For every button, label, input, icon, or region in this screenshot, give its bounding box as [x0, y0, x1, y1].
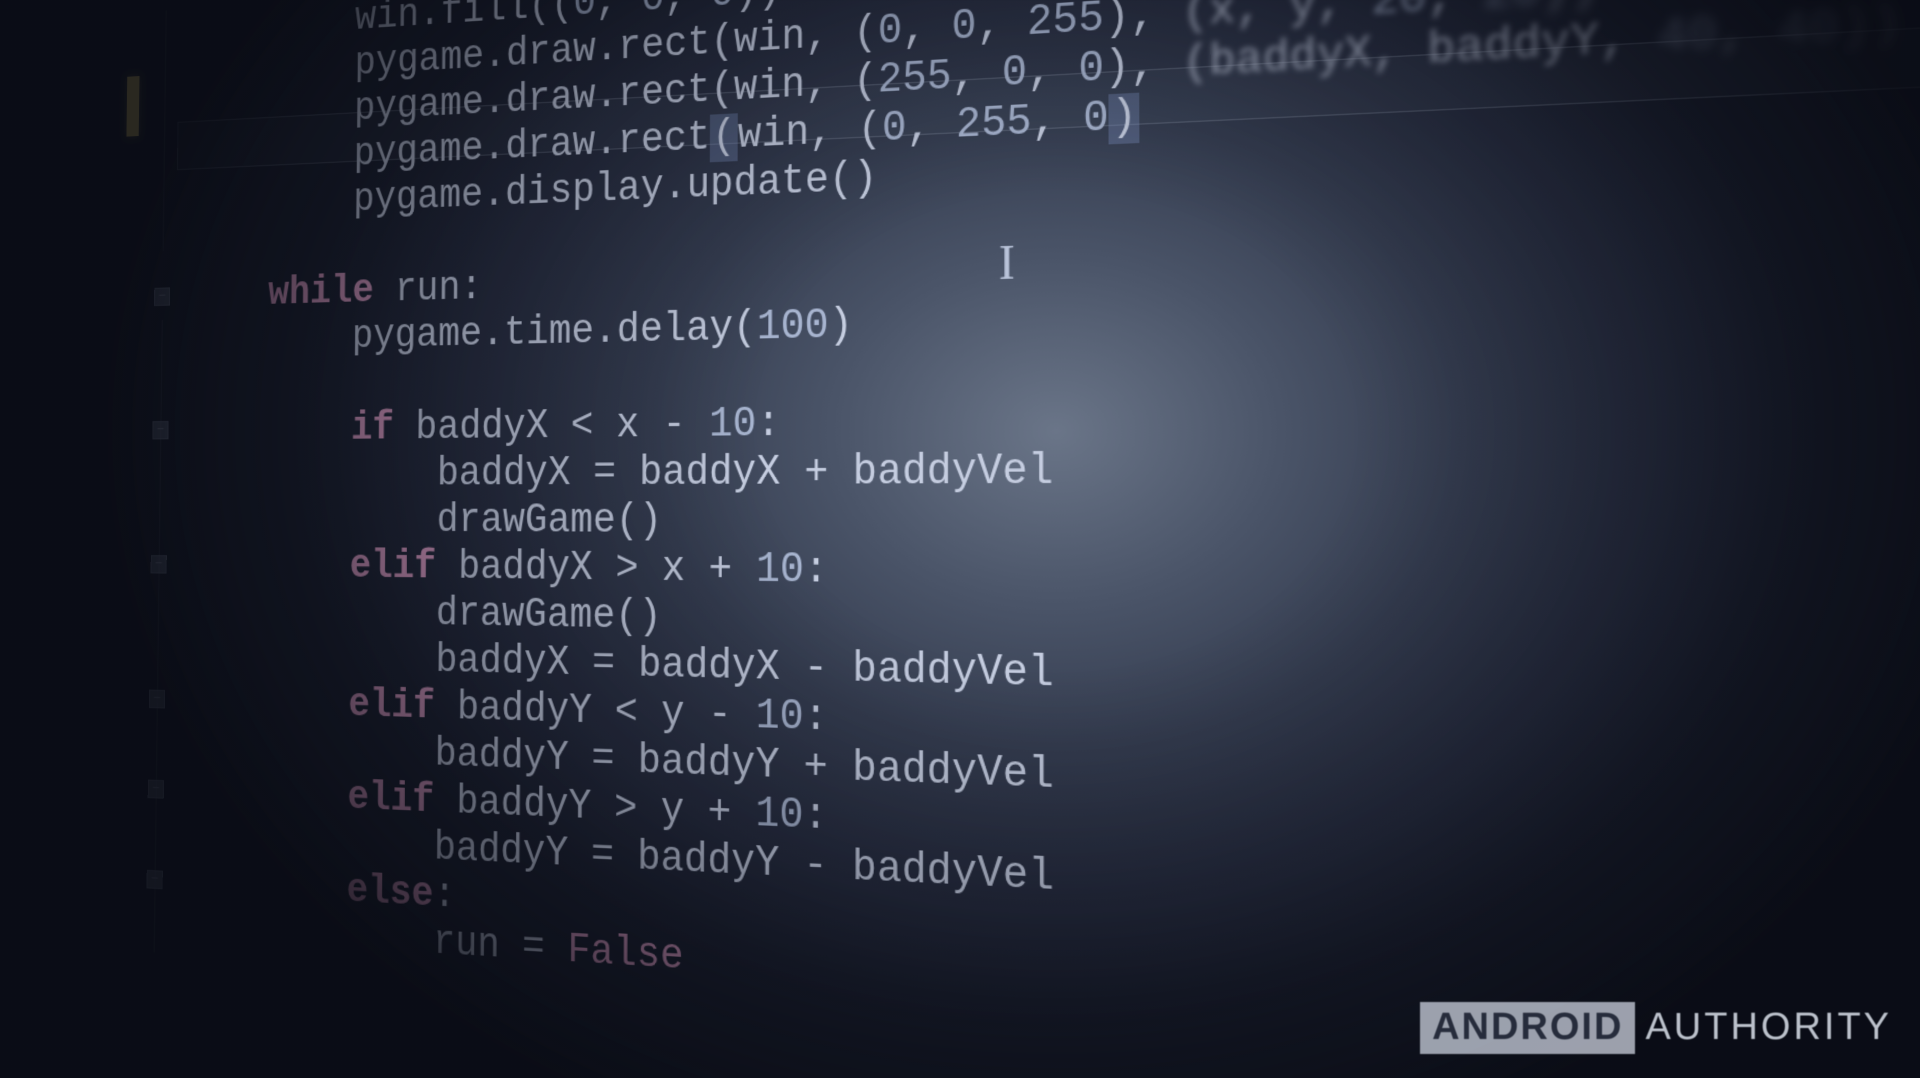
indent-guide [154, 320, 163, 953]
token-id: : [433, 872, 455, 919]
token-id: ), [1104, 40, 1183, 93]
token-lit: 0 [882, 105, 907, 154]
token-lit: 20 [1371, 0, 1427, 28]
token-id: , [952, 50, 1002, 101]
token-id: , [977, 0, 1027, 51]
token-id: ( [710, 113, 738, 162]
token-kw: if [351, 406, 416, 452]
token-lit: 0 [1083, 94, 1109, 144]
token-id: )) [1540, 0, 1599, 18]
watermark: ANDROID AUTHORITY [1420, 1002, 1892, 1054]
token-id: , [902, 4, 951, 55]
token-id: drawGame() [436, 498, 662, 545]
token-kw: while [268, 268, 395, 316]
token-kw: else [346, 868, 433, 918]
watermark-brand-plain: AUTHORITY [1645, 1006, 1892, 1050]
token-id: ), [1104, 0, 1183, 43]
token-id: pygame.time.delay( [352, 305, 757, 360]
text-cursor-icon: I [999, 234, 1015, 292]
token-id: , [596, 0, 642, 26]
token-lit: 255 [1027, 0, 1104, 48]
token-lit: 100 [757, 303, 829, 352]
token-id: : [804, 694, 828, 743]
watermark-brand-boxed: ANDROID [1420, 1002, 1635, 1054]
token-id: , [1717, 6, 1778, 62]
token-lit: 10 [755, 791, 803, 841]
code-area[interactable]: def drawGame(): win.fill((0, 0, 0)) pyga… [178, 0, 1918, 1062]
token-id: baddyY < y - [457, 685, 756, 740]
token-lit: 20 [1483, 0, 1541, 21]
token-lit: 0 [1078, 44, 1104, 94]
token-id: , [1032, 96, 1083, 147]
token-id: baddyX > x + [458, 545, 756, 594]
token-id: , [1427, 0, 1484, 25]
token-id: : [756, 401, 780, 449]
token-lit: 0 [573, 0, 596, 27]
token-lit: 255 [878, 53, 952, 105]
token-id: run = [433, 919, 568, 974]
indent-guide [163, 10, 167, 251]
token-id: : [804, 547, 828, 595]
token-id: , [664, 0, 711, 21]
token-kw: elif [349, 544, 458, 590]
token-lit: 40 [1658, 9, 1718, 65]
token-id: )) [1839, 0, 1902, 55]
token-lit: 40 [1778, 2, 1840, 59]
token-kw: elif [348, 682, 457, 731]
token-lit: 10 [756, 693, 804, 742]
fold-toggle-icon[interactable]: − [154, 287, 170, 306]
token-id: win, ( [738, 106, 882, 160]
bookmark-marker[interactable] [126, 76, 139, 137]
token-lit: 0 [641, 0, 664, 23]
token-kw: elif [347, 775, 456, 825]
token-id: , [906, 102, 956, 152]
token-false: False [567, 927, 683, 981]
token-lit: 0 [711, 0, 735, 18]
token-id: ) [1109, 93, 1140, 144]
token-lit: 255 [956, 98, 1032, 150]
token-id: ) [829, 302, 853, 350]
token-lit: 10 [756, 547, 804, 595]
token-lit: 0 [878, 7, 903, 56]
token-id: baddyX < x - [415, 402, 709, 451]
token-id: run: [395, 265, 483, 313]
token-id: baddyX = baddyX + baddyVel [437, 447, 1054, 497]
token-lit: 0 [952, 3, 977, 52]
token-id: : [803, 792, 827, 841]
token-id: , [1027, 46, 1078, 97]
token-id: )) [734, 0, 781, 17]
token-id: drawGame() [436, 591, 662, 641]
token-lit: 10 [709, 401, 756, 449]
token-lit: 0 [1002, 49, 1027, 99]
